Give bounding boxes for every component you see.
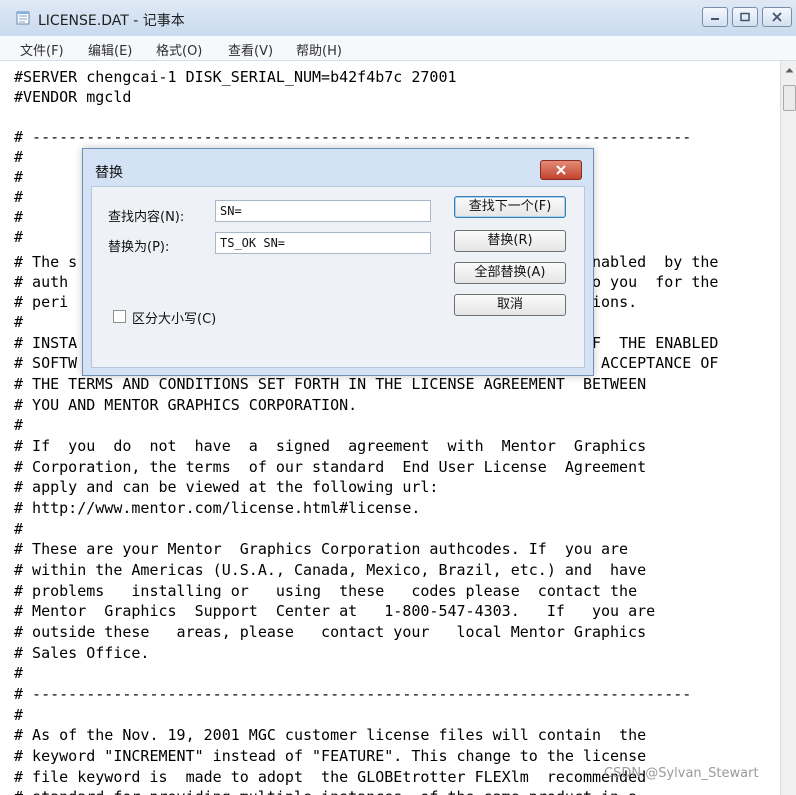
vertical-scrollbar[interactable] (780, 61, 796, 795)
editor-line: # The s (14, 253, 78, 271)
editor-line: # (14, 664, 24, 682)
scroll-up-button[interactable] (781, 61, 796, 79)
editor-line: # (14, 188, 24, 206)
replace-button[interactable]: 替换(R) (454, 230, 566, 252)
editor-line-fragment: ACCEPTANCE OF (592, 354, 719, 372)
menu-help[interactable]: 帮助(H) (296, 40, 342, 59)
editor-line: # apply and can be viewed at the followi… (14, 478, 439, 496)
window-controls (702, 7, 792, 27)
window-title: LICENSE.DAT - 记事本 (38, 13, 185, 29)
menu-format[interactable]: 格式(O) (156, 40, 202, 59)
find-input[interactable]: SN= (215, 200, 431, 222)
editor-line: # file keyword is made to adopt the GLOB… (14, 768, 647, 786)
chevron-up-icon (785, 68, 793, 73)
find-label: 查找内容(N): (108, 210, 185, 225)
editor-line: # --------------------------------------… (14, 685, 692, 703)
replace-all-button[interactable]: 全部替换(A) (454, 262, 566, 284)
editor-line: # (14, 168, 24, 186)
editor-line: # peri (14, 293, 69, 311)
editor-line-fragment: F THE ENABLED (592, 334, 719, 352)
title-bar[interactable]: LICENSE.DAT - 记事本 (0, 0, 796, 37)
menu-file[interactable]: 文件(F) (20, 40, 64, 59)
editor-line: # These are your Mentor Graphics Corpora… (14, 540, 629, 558)
match-case-checkbox[interactable] (113, 310, 126, 323)
editor-line: # problems installing or using these cod… (14, 582, 638, 600)
editor-line: # outside these areas, please contact yo… (14, 623, 647, 641)
editor-line: # (14, 148, 24, 166)
editor-line: # (14, 416, 24, 434)
scroll-thumb[interactable] (783, 85, 796, 111)
editor-line: # keyword "INCREMENT" instead of "FEATUR… (14, 747, 647, 765)
editor-line-fragment: nabled by the (592, 253, 719, 271)
editor-line: # Sales Office. (14, 644, 150, 662)
close-icon (772, 12, 782, 22)
editor-line: # within the Americas (U.S.A., Canada, M… (14, 561, 647, 579)
editor-line: # http://www.mentor.com/license.html#lic… (14, 499, 421, 517)
find-next-button[interactable]: 查找下一个(F) (454, 196, 566, 218)
replace-label: 替换为(P): (108, 240, 170, 255)
editor-line: # (14, 313, 24, 331)
notepad-window: LICENSE.DAT - 记事本 文件(F) 编辑(E) 格式(O) 查看(V… (0, 0, 796, 795)
editor-line: # --------------------------------------… (14, 128, 692, 146)
replace-input[interactable]: TS_OK SN= (215, 232, 431, 254)
editor-line: #VENDOR mgcld (14, 88, 132, 106)
match-case-label: 区分大小写(C) (132, 312, 217, 327)
editor-line: # As of the Nov. 19, 2001 MGC customer l… (14, 726, 647, 744)
editor-line: # Mentor Graphics Support Center at 1-80… (14, 602, 656, 620)
editor-line: # (14, 520, 24, 538)
editor-line-fragment: o you for the (592, 273, 719, 291)
close-button[interactable] (762, 7, 792, 27)
editor-line: #SERVER chengcai-1 DISK_SERIAL_NUM=b42f4… (14, 68, 457, 86)
menu-edit[interactable]: 编辑(E) (88, 40, 132, 59)
editor-line: # (14, 706, 24, 724)
notepad-icon (16, 11, 30, 25)
editor-line: # (14, 208, 24, 226)
editor-line: # (14, 228, 24, 246)
close-icon (556, 165, 566, 175)
menu-bar: 文件(F) 编辑(E) 格式(O) 查看(V) 帮助(H) (0, 36, 796, 61)
cancel-button[interactable]: 取消 (454, 294, 566, 316)
maximize-icon (740, 12, 750, 22)
replace-dialog: 替换 查找内容(N): SN= 替换为(P): TS_OK SN= 查找下一个(… (82, 148, 594, 376)
editor-line: # SOFTW (14, 354, 78, 372)
menu-view[interactable]: 查看(V) (228, 40, 273, 59)
editor-line-fragment: ions. (592, 293, 638, 311)
editor-line: # Corporation, the terms of our standard… (14, 458, 647, 476)
editor-line: # standard for providing multiple instan… (14, 787, 637, 795)
maximize-button[interactable] (732, 7, 758, 27)
watermark: CSDN @Sylvan_Stewart (604, 766, 759, 781)
dialog-title: 替换 (95, 165, 123, 181)
editor-line: # auth (14, 273, 69, 291)
minimize-button[interactable] (702, 7, 728, 27)
editor-line: # YOU AND MENTOR GRAPHICS CORPORATION. (14, 396, 358, 414)
editor-line: # INSTA (14, 334, 78, 352)
editor-line: # If you do not have a signed agreement … (14, 437, 647, 455)
minimize-icon (711, 18, 719, 20)
dialog-close-button[interactable] (540, 160, 582, 180)
dialog-body: 查找内容(N): SN= 替换为(P): TS_OK SN= 查找下一个(F) … (91, 186, 585, 368)
editor-line: # THE TERMS AND CONDITIONS SET FORTH IN … (14, 375, 647, 393)
